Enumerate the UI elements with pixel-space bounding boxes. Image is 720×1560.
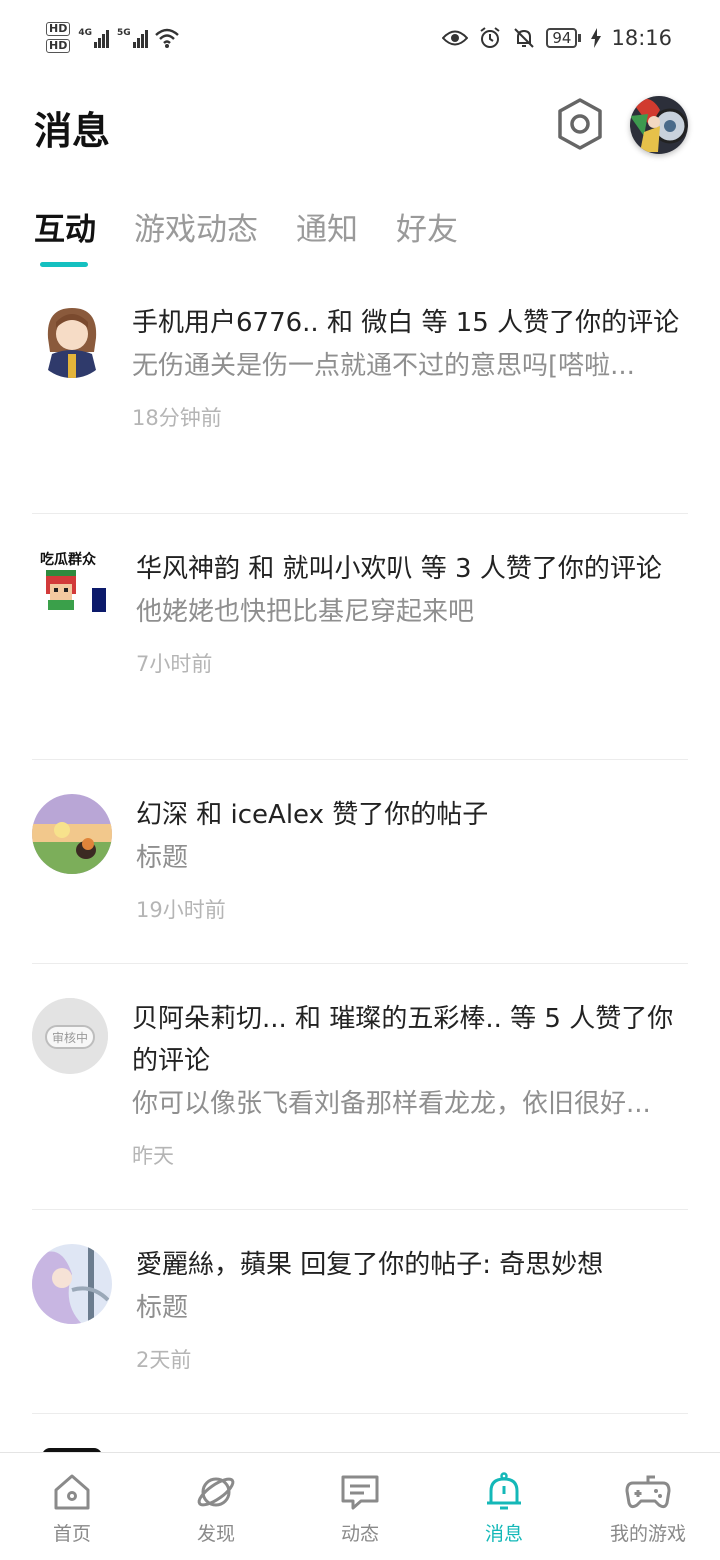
message-title: 华风神韵 和 就叫小欢叭 等 3 人赞了你的评论 xyxy=(136,554,662,584)
chat-icon xyxy=(341,1475,379,1510)
nav-discover[interactable]: 发现 xyxy=(144,1453,288,1560)
hd1-badge: HD xyxy=(46,22,71,36)
review-pending-label: 审核中 xyxy=(52,1030,88,1045)
tab-interaction[interactable]: 互动 xyxy=(34,204,96,268)
mute-bell-icon xyxy=(514,28,535,48)
clock: 18:16 xyxy=(611,26,672,50)
sender-avatar[interactable] xyxy=(32,298,112,378)
alarm-icon xyxy=(480,27,500,48)
tab-bar: 互动 游戏动态 通知 好友 xyxy=(34,204,458,268)
page-title: 消息 xyxy=(34,109,111,153)
charging-icon xyxy=(591,28,602,48)
tab-notifications[interactable]: 通知 xyxy=(296,204,358,268)
message-item[interactable]: 幻深 和 iceAlex 赞了你的帖子 标题 19小时前 xyxy=(32,760,688,964)
nav-home[interactable]: 首页 xyxy=(0,1453,144,1560)
bell-icon xyxy=(487,1472,521,1510)
message-time: 19小时前 xyxy=(136,898,226,922)
sender-avatar[interactable]: 审核中 xyxy=(32,998,108,1074)
nav-feed[interactable]: 动态 xyxy=(288,1453,432,1560)
message-time: 18分钟前 xyxy=(132,406,222,430)
anime-illustration-avatar xyxy=(32,1244,112,1324)
message-item[interactable]: 愛麗絲，蘋果 回复了你的帖子: 奇思妙想 标题 2天前 xyxy=(32,1210,688,1414)
tab-friends-label: 好友 xyxy=(396,212,458,248)
tab-game-news-label: 游戏动态 xyxy=(134,212,258,248)
pixel-watermelon-avatar: 吃瓜群众 xyxy=(36,548,116,628)
message-time: 昨天 xyxy=(132,1144,174,1168)
battery-level: 94 xyxy=(546,28,578,48)
battery-icon: 94 xyxy=(546,28,582,48)
message-time: 7小时前 xyxy=(136,652,213,676)
nav-feed-label: 动态 xyxy=(340,1523,379,1545)
status-left: HD HD 4G 5G xyxy=(46,22,180,53)
active-tab-indicator xyxy=(40,262,88,267)
network-1-label: 4G xyxy=(78,27,92,38)
message-title: 贝阿朵莉切... 和 璀璨的五彩棒.. 等 5 人赞了你的评论 xyxy=(132,1004,674,1076)
message-snippet: 无伤通关是伤一点就通不过的意思吗[嗒啦... xyxy=(132,351,635,381)
tab-game-news[interactable]: 游戏动态 xyxy=(134,204,258,268)
message-title: 幻深 和 iceAlex 赞了你的帖子 xyxy=(136,800,489,830)
nav-my-games-label: 我的游戏 xyxy=(609,1523,686,1545)
network-2-label: 5G xyxy=(117,27,131,38)
nav-discover-label: 发现 xyxy=(196,1523,235,1545)
sender-avatar[interactable]: 吃瓜群众 xyxy=(36,548,116,628)
tab-notifications-label: 通知 xyxy=(296,212,358,248)
message-time: 2天前 xyxy=(136,1348,192,1372)
anime-girl-avatar xyxy=(32,298,112,378)
message-item[interactable]: 审核中 贝阿朵莉切... 和 璀璨的五彩棒.. 等 5 人赞了你的评论 你可以像… xyxy=(32,964,688,1210)
message-snippet: 你可以像张飞看刘备那样看龙龙，依旧很好... xyxy=(132,1089,651,1119)
signal-1-icon: 4G xyxy=(78,28,109,48)
message-title: 愛麗絲，蘋果 回复了你的帖子: 奇思妙想 xyxy=(136,1250,604,1280)
message-snippet: 标题 xyxy=(136,843,189,873)
signal-2-icon: 5G xyxy=(117,28,148,48)
message-item[interactable]: 吃瓜群众 华风神韵 和 就叫小欢叭 等 3 人赞了你的评论 他姥姥也快把比基尼穿… xyxy=(32,514,688,760)
planet-icon xyxy=(197,1477,235,1507)
landscape-cat-avatar xyxy=(32,794,112,874)
nav-messages-label: 消息 xyxy=(484,1523,523,1545)
gamepad-icon xyxy=(625,1475,671,1509)
message-title: 手机用户6776.. 和 微白 等 15 人赞了你的评论 xyxy=(132,308,680,338)
wifi-icon xyxy=(154,28,179,48)
nav-messages[interactable]: 消息 xyxy=(432,1453,576,1560)
pending-review-avatar: 审核中 xyxy=(32,998,108,1074)
settings-button[interactable] xyxy=(552,96,608,152)
user-avatar-image xyxy=(630,96,688,154)
settings-hexagon-icon xyxy=(558,98,602,150)
status-right: 94 18:16 xyxy=(442,26,672,50)
nav-home-label: 首页 xyxy=(52,1523,91,1545)
user-avatar[interactable] xyxy=(630,96,688,154)
hd-indicators: HD HD xyxy=(46,22,71,53)
home-icon xyxy=(54,1474,90,1510)
status-bar: HD HD 4G 5G 94 18:16 xyxy=(0,0,720,80)
nav-my-games[interactable]: 我的游戏 xyxy=(576,1453,720,1560)
message-snippet: 标题 xyxy=(136,1293,189,1323)
message-snippet: 他姥姥也快把比基尼穿起来吧 xyxy=(136,597,475,627)
sender-avatar[interactable] xyxy=(32,1244,112,1324)
sender-avatar[interactable] xyxy=(32,794,112,874)
hd2-badge: HD xyxy=(46,39,71,53)
tab-friends[interactable]: 好友 xyxy=(396,204,458,268)
tab-interaction-label: 互动 xyxy=(34,212,96,248)
eye-icon xyxy=(442,30,469,46)
bottom-nav: 首页 发现 动态 消息 我的游戏 xyxy=(0,1452,720,1560)
avatar-caption: 吃瓜群众 xyxy=(40,551,96,568)
message-item[interactable]: 手机用户6776.. 和 微白 等 15 人赞了你的评论 无伤通关是伤一点就通不… xyxy=(32,290,688,514)
